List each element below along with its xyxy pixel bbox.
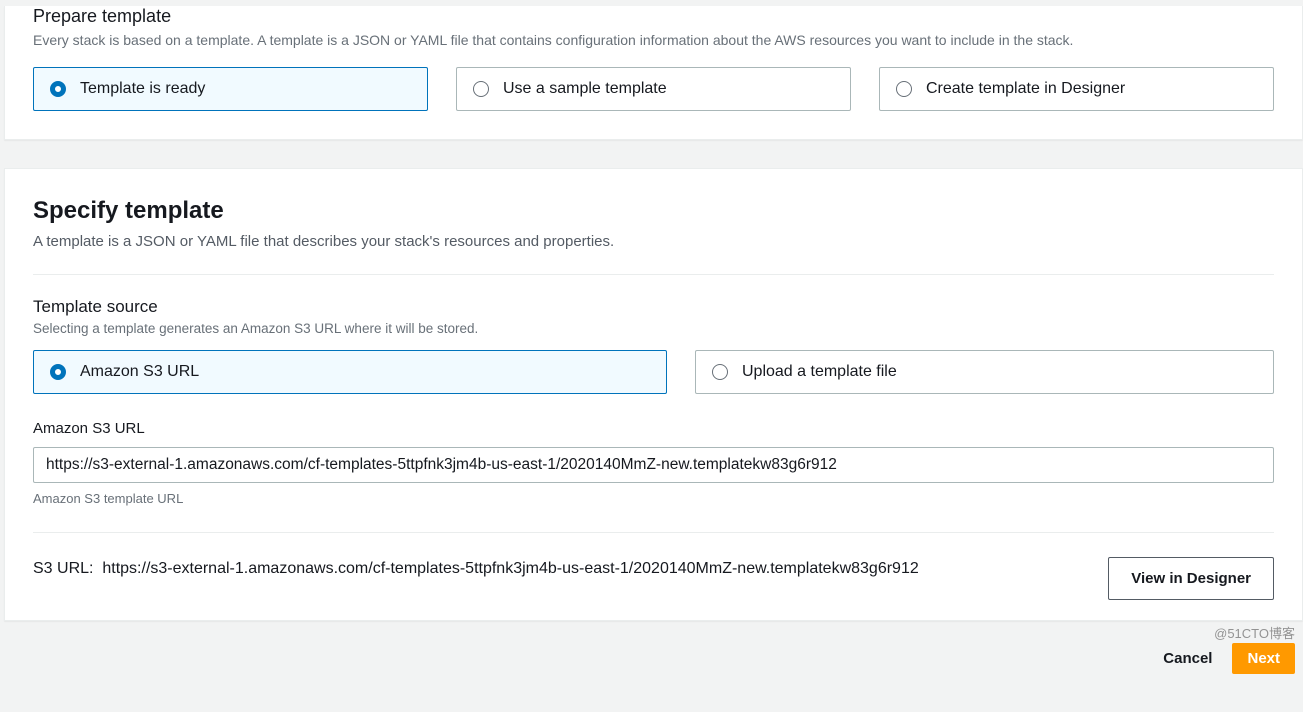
s3-url-input[interactable]	[33, 447, 1274, 483]
option-upload-file[interactable]: Upload a template file	[695, 350, 1274, 394]
radio-icon	[50, 364, 66, 380]
specify-desc: A template is a JSON or YAML file that d…	[33, 233, 1274, 250]
prepare-title: Prepare template	[33, 6, 1274, 27]
next-button[interactable]: Next	[1232, 643, 1295, 674]
template-source-section: Template source Selecting a template gen…	[33, 274, 1274, 600]
radio-icon	[473, 81, 489, 97]
option-create-designer[interactable]: Create template in Designer	[879, 67, 1274, 111]
option-sample-template[interactable]: Use a sample template	[456, 67, 851, 111]
prepare-template-panel: Prepare template Every stack is based on…	[4, 6, 1303, 140]
cancel-button[interactable]: Cancel	[1157, 644, 1218, 673]
watermark-text: @51CTO博客	[1214, 623, 1295, 642]
template-source-options: Amazon S3 URL Upload a template file	[33, 350, 1274, 394]
radio-icon	[896, 81, 912, 97]
option-label: Create template in Designer	[926, 80, 1125, 98]
option-label: Use a sample template	[503, 80, 667, 98]
option-label: Template is ready	[80, 80, 205, 98]
option-label: Amazon S3 URL	[80, 363, 199, 381]
radio-icon	[50, 81, 66, 97]
specify-template-panel: Specify template A template is a JSON or…	[4, 168, 1303, 621]
view-in-designer-button[interactable]: View in Designer	[1108, 557, 1274, 600]
radio-icon	[712, 364, 728, 380]
resolved-url-row: S3 URL: https://s3-external-1.amazonaws.…	[33, 532, 1274, 600]
s3-url-hint: Amazon S3 template URL	[33, 491, 1274, 506]
resolved-url-value: https://s3-external-1.amazonaws.com/cf-t…	[102, 560, 918, 577]
s3-url-field: Amazon S3 URL Amazon S3 template URL	[33, 420, 1274, 506]
prepare-desc: Every stack is based on a template. A te…	[33, 31, 1274, 51]
template-source-desc: Selecting a template generates an Amazon…	[33, 321, 1274, 336]
option-template-ready[interactable]: Template is ready	[33, 67, 428, 111]
specify-title: Specify template	[33, 197, 1274, 225]
resolved-url-label: S3 URL:	[33, 560, 93, 577]
prepare-options: Template is ready Use a sample template …	[33, 67, 1274, 111]
s3-url-label: Amazon S3 URL	[33, 420, 1274, 437]
resolved-url-text: S3 URL: https://s3-external-1.amazonaws.…	[33, 557, 1090, 581]
option-s3-url[interactable]: Amazon S3 URL	[33, 350, 667, 394]
option-label: Upload a template file	[742, 363, 897, 381]
footer-actions: @51CTO博客 Cancel Next	[0, 621, 1303, 674]
template-source-title: Template source	[33, 297, 1274, 317]
